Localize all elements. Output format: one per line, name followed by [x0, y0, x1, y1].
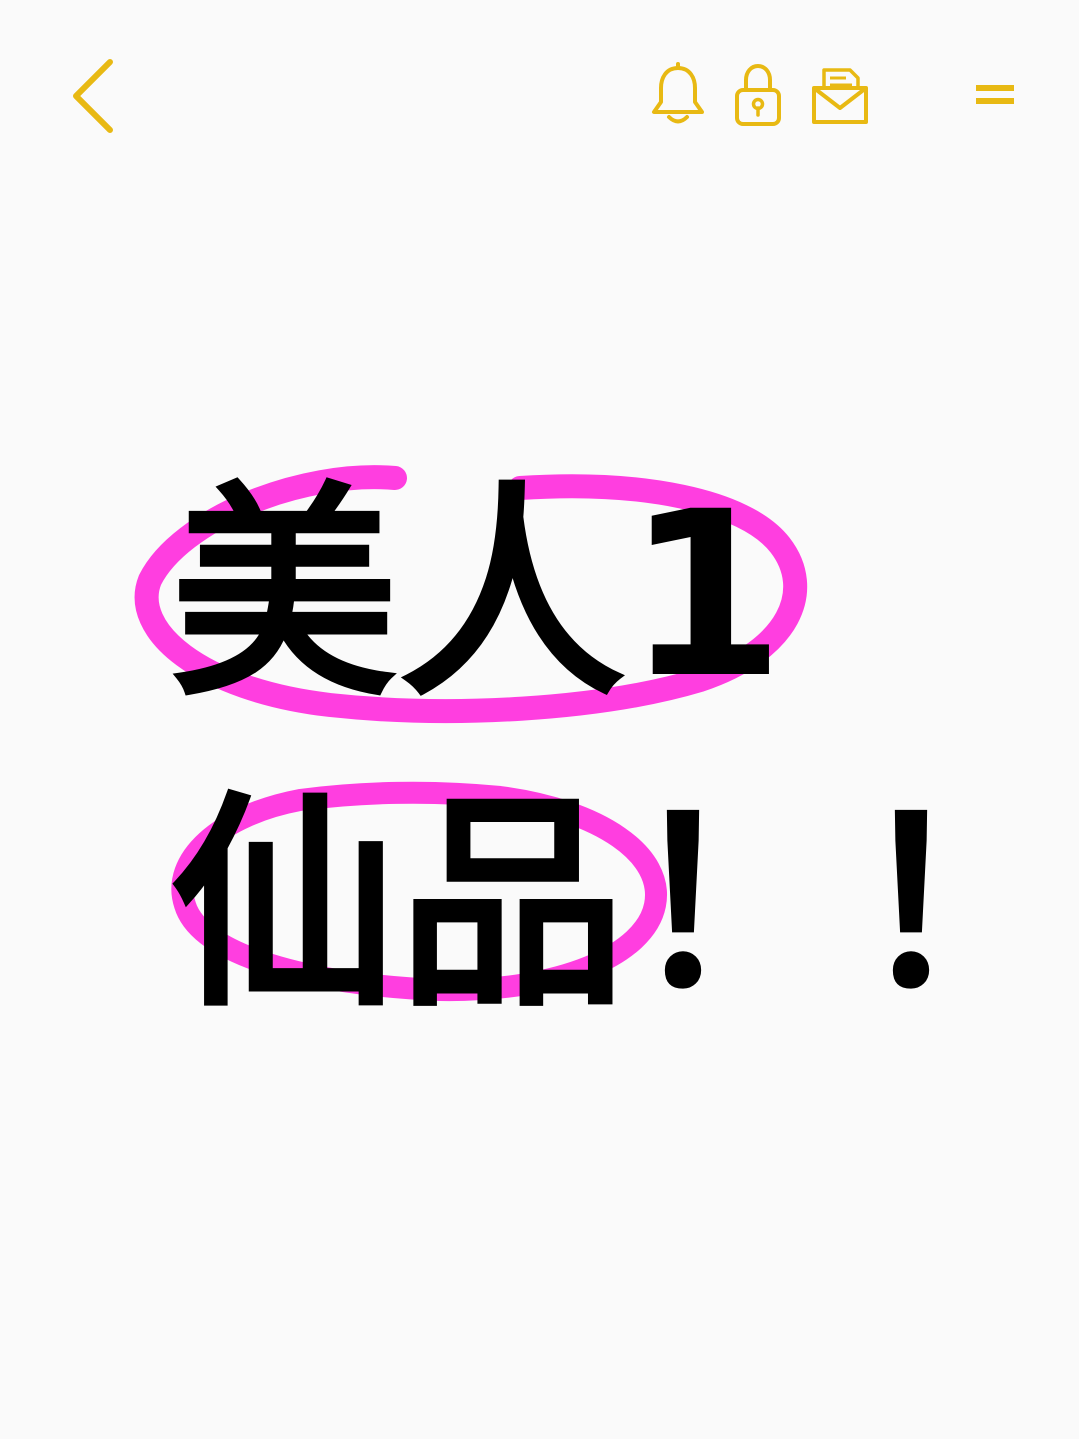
- note-line-1: 美人1: [170, 462, 785, 728]
- note-body[interactable]: 美人1 仙品！！: [0, 0, 1079, 1439]
- note-line-2: 仙品！！: [170, 772, 1079, 1038]
